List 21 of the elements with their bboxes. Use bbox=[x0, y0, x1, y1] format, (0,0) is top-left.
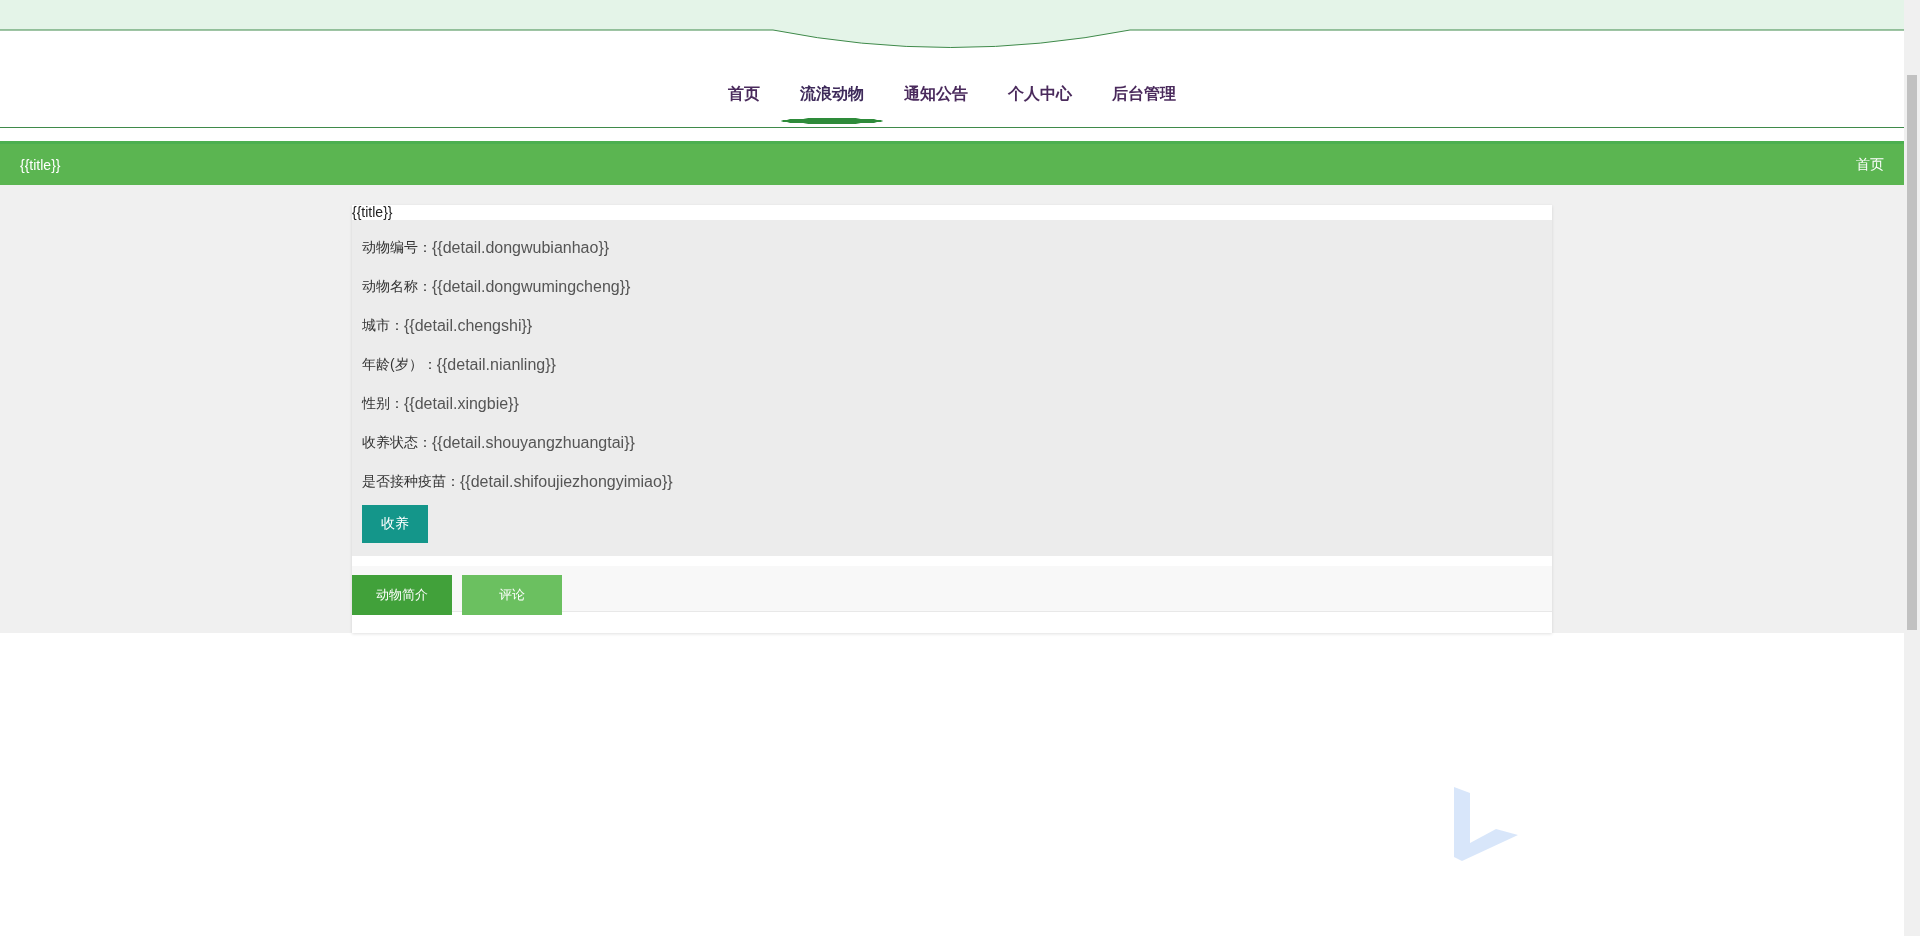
field-value: {{detail.shifoujiezhongyimiao}} bbox=[460, 472, 673, 491]
field-value: {{detail.nianling}} bbox=[436, 355, 556, 374]
field-value: {{detail.dongwubianhao}} bbox=[432, 238, 610, 257]
page-title: {{title}} bbox=[20, 156, 61, 173]
field-value: {{detail.chengshi}} bbox=[404, 316, 533, 335]
field-label: 性别： bbox=[362, 394, 404, 413]
field-label: 动物编号： bbox=[362, 238, 432, 257]
field-value: {{detail.xingbie}} bbox=[404, 394, 519, 413]
field-label: 收养状态： bbox=[362, 433, 432, 452]
nav-link[interactable]: 通知公告 bbox=[884, 78, 988, 124]
adopt-button[interactable]: 收养 bbox=[362, 505, 428, 543]
field-label: 动物名称： bbox=[362, 277, 432, 296]
nav-link[interactable]: 个人中心 bbox=[988, 78, 1092, 124]
field-value: {{detail.shouyangzhuangtai}} bbox=[432, 433, 635, 452]
card-title: {{title}} bbox=[352, 205, 394, 220]
field-label: 是否接种疫苗： bbox=[362, 472, 460, 491]
nav-link[interactable]: 后台管理 bbox=[1092, 78, 1196, 124]
nav-link[interactable]: 首页 bbox=[708, 78, 780, 124]
field-label: 年龄(岁）： bbox=[362, 355, 437, 374]
field-label: 城市： bbox=[362, 316, 404, 335]
field-value: {{detail.dongwumingcheng}} bbox=[432, 277, 631, 296]
